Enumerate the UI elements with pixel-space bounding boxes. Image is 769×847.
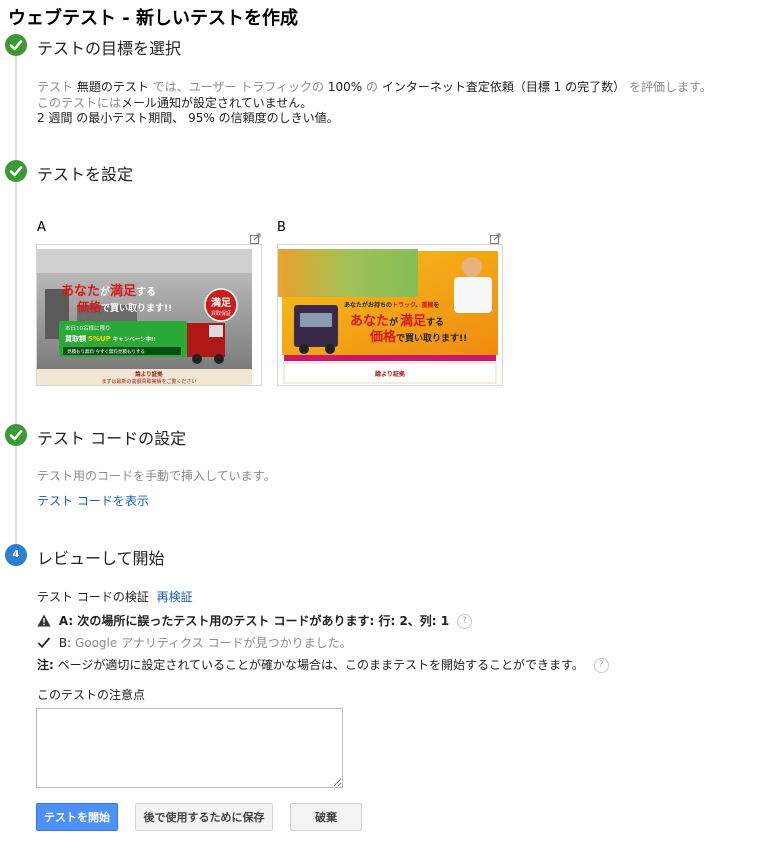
step-heading-objective: テストの目標を選択 xyxy=(37,39,182,58)
test-name-value: 無題のテスト xyxy=(76,80,149,94)
notes-label: このテストの注意点 xyxy=(37,688,146,702)
summary-text: このテストには xyxy=(37,96,122,110)
duration-line: 2 週間 の最小テスト期間、 95% の信頼度のしきい値。 xyxy=(37,109,339,126)
variant-b-thumbnail[interactable]: あなたがお持ちのトラック、重機を あなたが 満足する 価格で買い取ります!! 論よ… xyxy=(277,244,503,386)
step-connector xyxy=(15,182,17,424)
campaign-text: 5%UP xyxy=(88,335,111,343)
staff-person xyxy=(462,257,482,277)
checkmark-icon xyxy=(37,636,51,652)
ok-text: Google アナリティクス コードが見つかりました。 xyxy=(74,636,352,650)
variant-b-label: B xyxy=(277,220,286,235)
verify-row: テスト コードの検証 再検証 xyxy=(37,588,193,605)
badge-text: 満足 xyxy=(211,296,232,309)
duration-value: 2 週間 xyxy=(37,111,73,125)
variant-a-thumbnail[interactable]: あなたが満足する 価格で買い取ります!! 満足 買取保証 本日10名様に限り 買… xyxy=(36,244,262,386)
verification-ok-row: B: Google アナリティクス コードが見つかりました。 xyxy=(37,634,352,652)
headline-text: で買い取ります!! xyxy=(396,333,467,344)
footer-text: 論より証拠 xyxy=(375,370,406,378)
objective-value: インターネット査定依頼（目標 1 の完了数） xyxy=(381,80,626,94)
help-icon[interactable]: ? xyxy=(456,614,472,629)
campaign-text: 見積もり無料 今すぐ無料見積もりする xyxy=(67,348,145,355)
note-text: ページが適切に設定されていることが確かな場合は、このままテストを開始することがで… xyxy=(57,658,584,672)
summary-text: を評価します。 xyxy=(628,80,712,94)
headline-text: あなた xyxy=(350,314,389,329)
headline-text: が xyxy=(389,316,399,328)
warning-icon xyxy=(37,614,51,630)
notification-value: メール通知が設定されていません。 xyxy=(121,96,313,110)
note-label: 注: xyxy=(37,658,54,672)
campaign-text: 本日10名様に限り xyxy=(65,324,111,332)
campaign-text: キャンペーン中!! xyxy=(113,335,156,343)
step-complete-check-icon xyxy=(5,424,27,446)
variant-a-label: A xyxy=(37,220,46,235)
verify-label: テスト コードの検証 xyxy=(37,590,149,604)
summary-text: の信頼度のしきい値。 xyxy=(218,111,339,125)
step-complete-check-icon xyxy=(5,34,27,56)
reverify-link[interactable]: 再検証 xyxy=(157,590,193,604)
test-notes-textarea[interactable] xyxy=(36,708,343,788)
discard-button[interactable]: 破棄 xyxy=(290,803,362,831)
tagline-text: トラック xyxy=(392,301,416,309)
headline-text: 満足 xyxy=(110,283,137,299)
blurred-logo-area xyxy=(278,249,418,297)
step-heading-configure: テストを設定 xyxy=(37,165,134,184)
step-number-badge: 4 xyxy=(5,544,27,566)
svg-text:あなたがお持ちのトラック、重機を: あなたがお持ちのトラック、重機を xyxy=(344,301,440,309)
summary-text: の最小テスト期間、 xyxy=(76,111,185,125)
objective-summary-line: テスト 無題のテスト では、ユーザー トラフィックの 100% の インターネッ… xyxy=(37,78,712,95)
headline-text: で買い取ります!! xyxy=(101,303,172,314)
note-row: 注: ページが適切に設定されていることが確かな場合は、このままテストを開始するこ… xyxy=(37,656,609,673)
help-icon[interactable]: ? xyxy=(593,658,609,673)
tagline-text: 重機 xyxy=(422,301,434,309)
tagline-text: あなたがお持ちの xyxy=(344,301,392,309)
open-in-new-window-icon[interactable] xyxy=(250,229,261,244)
save-for-later-button[interactable]: 後で使用するために保存 xyxy=(135,803,273,831)
summary-text: テスト xyxy=(37,80,74,94)
headline-text: する xyxy=(426,317,444,328)
headline-text: あなた xyxy=(61,284,100,299)
summary-text: では、ユーザー トラフィックの xyxy=(152,80,325,94)
page-title: ウェブテスト - 新しいテストを作成 xyxy=(8,8,299,29)
headline-text: 満足 xyxy=(400,313,427,329)
headline-text: する xyxy=(136,286,156,298)
campaign-text: 買取額 xyxy=(64,334,86,343)
headline-text: 価格 xyxy=(76,299,102,314)
show-test-code-link[interactable]: テスト コードを表示 xyxy=(37,492,149,509)
footer-text: 論より証拠 xyxy=(135,370,163,378)
step-complete-check-icon xyxy=(5,160,27,182)
tagline-text: を xyxy=(434,301,440,309)
manual-code-text: テスト用のコードを手動で挿入しています。 xyxy=(37,469,276,483)
traffic-percent-value: 100% xyxy=(327,80,363,94)
step-connector xyxy=(15,56,17,164)
warning-text: A: 次の場所に誤ったテスト用のテスト コードがあります: 行: 2、列: 1 xyxy=(58,614,450,628)
headline-text: 価格 xyxy=(369,329,397,345)
start-test-button[interactable]: テストを開始 xyxy=(36,803,118,831)
ok-prefix: B: xyxy=(58,636,72,650)
step-heading-code: テスト コードの設定 xyxy=(37,429,187,448)
badge-subtext: 買取保証 xyxy=(211,310,231,317)
blurred-header xyxy=(37,249,252,273)
verification-warning-row: A: 次の場所に誤ったテスト用のテスト コードがあります: 行: 2、列: 1 … xyxy=(37,612,472,630)
step-connector xyxy=(15,446,17,544)
footer-text: まずは最新の高額買取実績をご覧ください xyxy=(101,378,196,385)
step-heading-review: レビューして開始 xyxy=(37,549,165,568)
summary-text: の xyxy=(366,80,379,94)
confidence-value: 95% xyxy=(188,111,215,125)
open-in-new-window-icon[interactable] xyxy=(490,229,501,244)
